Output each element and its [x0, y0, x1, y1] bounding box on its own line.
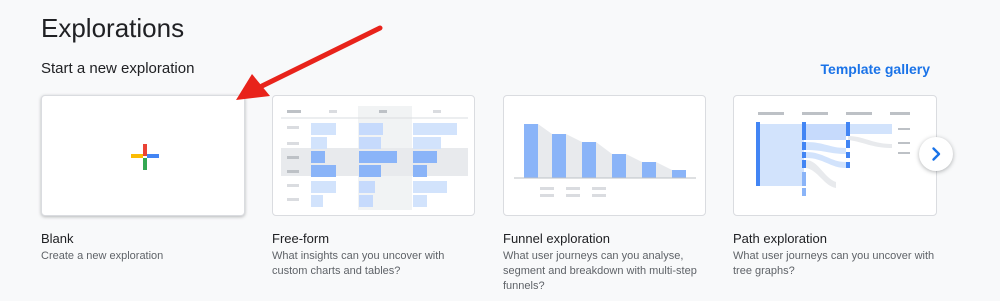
chevron-right-icon [932, 147, 941, 161]
free-form-table-illustration [281, 106, 468, 210]
next-templates-button[interactable] [919, 137, 953, 171]
path-card-description: What user journeys can you uncover with … [733, 250, 935, 277]
free-form-card-title: Free-form [272, 231, 330, 246]
path-card-title: Path exploration [733, 231, 827, 246]
plus-icon [131, 144, 159, 170]
page-title: Explorations [41, 13, 185, 43]
blank-exploration-card[interactable] [41, 95, 245, 216]
free-form-card[interactable] [272, 95, 475, 216]
funnel-card-title: Funnel exploration [503, 231, 610, 246]
blank-card-description: Create a new exploration [41, 250, 164, 262]
section-title: Start a new exploration [41, 60, 195, 77]
path-tree-illustration [756, 112, 910, 196]
template-gallery-link[interactable]: Template gallery [821, 61, 930, 77]
funnel-card-description: What user journeys can you analyse, segm… [503, 250, 697, 292]
free-form-card-description: What insights can you uncover with custo… [272, 250, 445, 277]
path-exploration-card[interactable] [733, 95, 937, 216]
funnel-exploration-card[interactable] [503, 95, 706, 216]
funnel-chart-illustration [514, 124, 696, 197]
blank-card-title: Blank [41, 231, 74, 246]
